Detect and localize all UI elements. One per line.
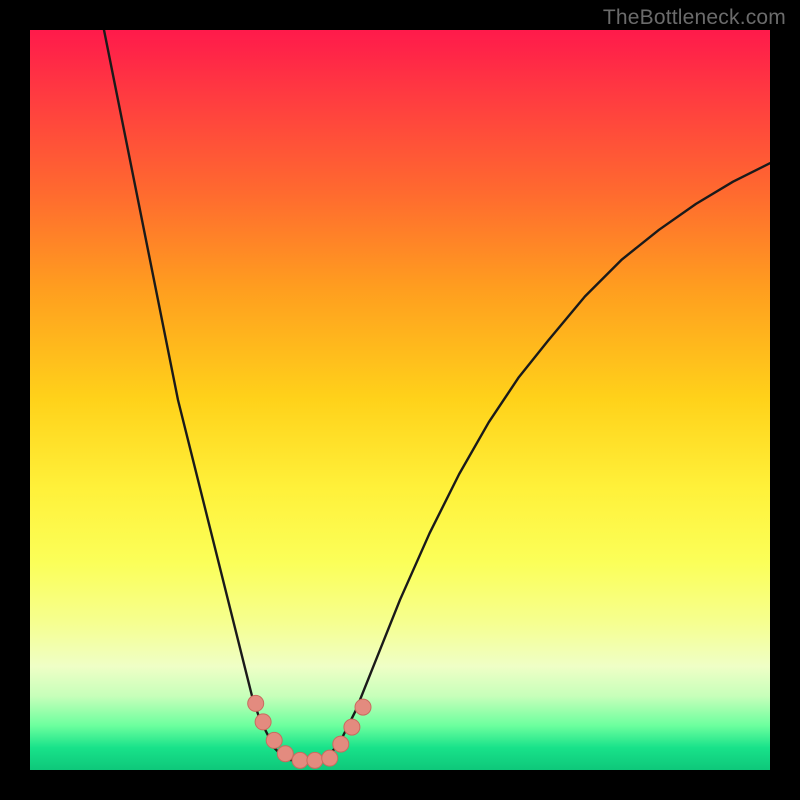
watermark-text: TheBottleneck.com xyxy=(603,6,786,30)
data-point xyxy=(277,746,293,762)
data-point xyxy=(248,695,264,711)
chart-frame: TheBottleneck.com xyxy=(0,0,800,800)
bottleneck-curve xyxy=(104,30,770,762)
data-point xyxy=(333,736,349,752)
data-point xyxy=(322,750,338,766)
data-point xyxy=(307,752,323,768)
data-point xyxy=(266,732,282,748)
chart-svg xyxy=(30,30,770,770)
data-point xyxy=(255,714,271,730)
data-point xyxy=(355,699,371,715)
data-point xyxy=(344,719,360,735)
data-point xyxy=(292,752,308,768)
plot-area xyxy=(30,30,770,770)
